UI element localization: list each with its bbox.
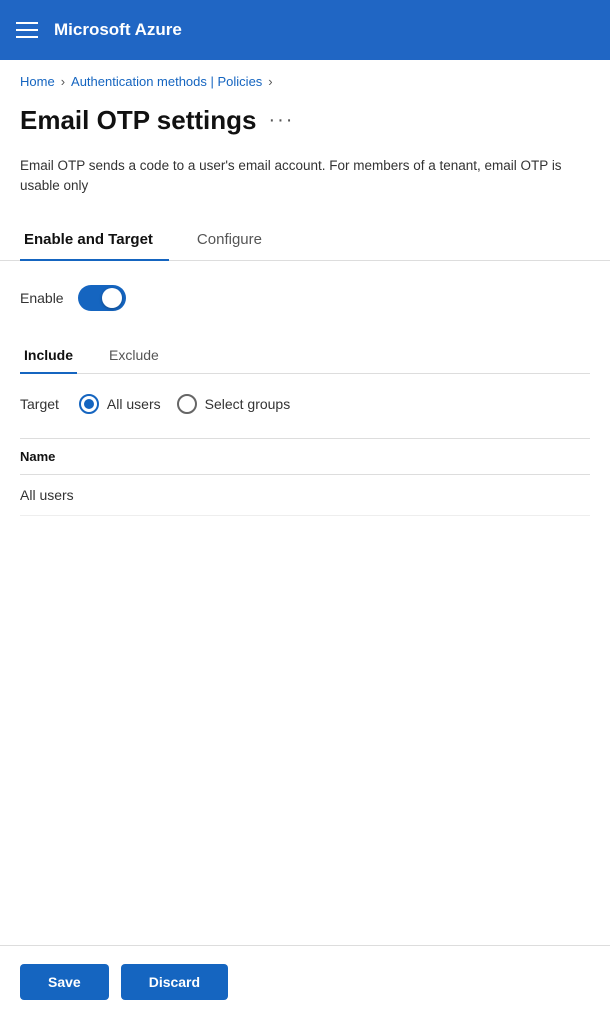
enable-label: Enable	[20, 290, 64, 306]
breadcrumb-sep-1: ›	[61, 74, 65, 89]
breadcrumb: Home › Authentication methods | Policies…	[0, 60, 610, 97]
menu-icon[interactable]	[16, 22, 38, 38]
tab-enable-and-target[interactable]: Enable and Target	[20, 221, 169, 260]
radio-select-groups-label: Select groups	[205, 396, 291, 412]
radio-select-groups[interactable]: Select groups	[177, 394, 291, 414]
main-tabs: Enable and Target Configure	[0, 221, 610, 261]
toggle-thumb	[102, 288, 122, 308]
enable-toggle[interactable]	[78, 285, 126, 311]
radio-all-users-inner	[84, 399, 94, 409]
radio-all-users[interactable]: All users	[79, 394, 161, 414]
table-row: All users	[20, 475, 590, 516]
page-header: Email OTP settings ···	[0, 97, 610, 156]
breadcrumb-auth-methods[interactable]: Authentication methods | Policies	[71, 74, 262, 89]
target-label: Target	[20, 396, 59, 412]
sub-tab-exclude[interactable]: Exclude	[105, 339, 163, 373]
app-title: Microsoft Azure	[54, 20, 182, 40]
tab-configure[interactable]: Configure	[193, 221, 278, 260]
sub-tabs: Include Exclude	[20, 339, 590, 374]
more-options-icon[interactable]: ···	[268, 109, 294, 132]
footer-actions: Save Discard	[0, 945, 610, 1018]
sub-tab-include[interactable]: Include	[20, 339, 77, 373]
table-header: Name	[20, 439, 590, 475]
radio-all-users-label: All users	[107, 396, 161, 412]
radio-all-users-outer	[79, 394, 99, 414]
content-area: Enable Include Exclude Target All users …	[0, 261, 610, 620]
discard-button[interactable]: Discard	[121, 964, 228, 1000]
page-description: Email OTP sends a code to a user's email…	[0, 156, 610, 221]
users-table: Name All users	[20, 438, 590, 516]
page-title: Email OTP settings	[20, 105, 256, 136]
target-row: Target All users Select groups	[20, 394, 590, 414]
top-bar: Microsoft Azure	[0, 0, 610, 60]
save-button[interactable]: Save	[20, 964, 109, 1000]
enable-row: Enable	[20, 285, 590, 311]
table-col-name-header: Name	[20, 449, 590, 464]
radio-select-groups-outer	[177, 394, 197, 414]
table-cell-all-users: All users	[20, 487, 590, 503]
breadcrumb-home[interactable]: Home	[20, 74, 55, 89]
breadcrumb-sep-2: ›	[268, 74, 272, 89]
